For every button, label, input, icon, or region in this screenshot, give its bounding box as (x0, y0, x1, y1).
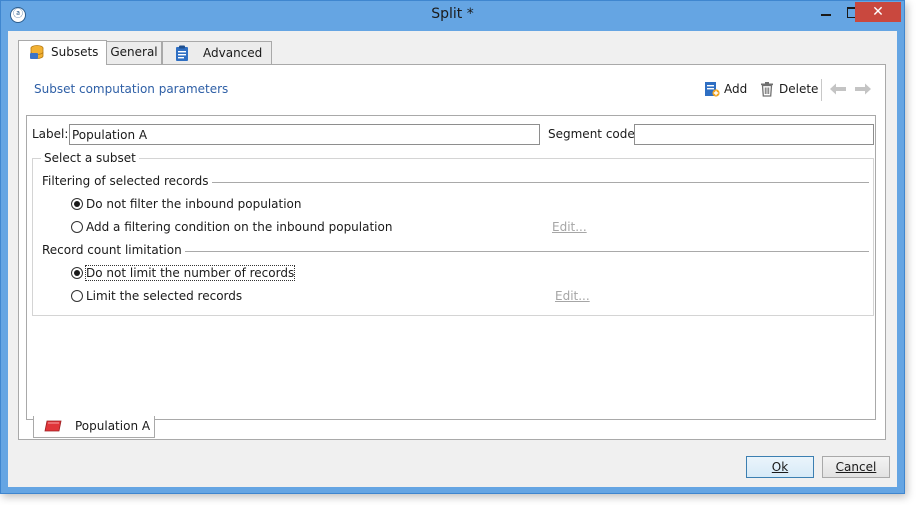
dialog-window: ⓐ Split * ✕ Subsets General Advanced Sub… (0, 0, 905, 494)
tab-advanced-label: Advanced (203, 46, 263, 60)
population-tab-label: Population A (75, 419, 151, 433)
delete-label: Delete (779, 82, 819, 96)
tab-subsets-label: Subsets (51, 45, 99, 59)
cancel-label: Cancel (835, 460, 877, 474)
arrow-left-icon[interactable] (829, 82, 847, 96)
radio-add-filter-dot[interactable] (71, 221, 83, 233)
population-icon (44, 420, 62, 432)
arrow-right-icon[interactable] (854, 82, 872, 96)
segment-code-caption: Segment code: (548, 127, 639, 141)
label-input[interactable] (69, 124, 540, 145)
radio-add-filter-label: Add a filtering condition on the inbound… (86, 220, 393, 234)
radio-no-filter-dot[interactable] (71, 198, 83, 210)
title-bar[interactable]: ⓐ Split * ✕ (1, 1, 904, 31)
radio-no-limit-dot[interactable] (71, 267, 83, 279)
filtering-header: Filtering of selected records (42, 174, 212, 188)
segment-code-input[interactable] (634, 124, 874, 145)
subsets-panel: Subset computation parameters Add Delete… (18, 64, 886, 440)
trash-icon (761, 82, 773, 97)
select-subset-group: Select a subset Filtering of selected re… (32, 151, 874, 316)
subset-editor: Label: Segment code: Select a subset Fil… (26, 115, 876, 420)
add-icon (705, 82, 720, 97)
ok-button[interactable]: Ok (746, 456, 814, 478)
cancel-button[interactable]: Cancel (822, 456, 890, 478)
radio-no-limit-label: Do not limit the number of records (84, 265, 296, 281)
add-label: Add (724, 82, 748, 96)
window-title: Split * (431, 6, 474, 22)
subset-toolbar: Add Delete (704, 79, 879, 101)
filter-edit-link[interactable]: Edit... (552, 220, 587, 234)
tab-subsets[interactable]: Subsets (18, 40, 107, 65)
radio-no-filter-label: Do not filter the inbound population (86, 197, 302, 211)
limit-edit-link[interactable]: Edit... (555, 289, 590, 303)
label-caption: Label: (32, 127, 69, 141)
ok-label: Ok (771, 460, 789, 474)
close-button[interactable]: ✕ (855, 2, 901, 22)
tab-advanced[interactable]: Advanced (162, 41, 272, 64)
dialog-client: Subsets General Advanced Subset computat… (8, 31, 897, 487)
section-title: Subset computation parameters (34, 82, 229, 96)
radio-limit-records-label: Limit the selected records (86, 289, 243, 303)
radio-limit-records-dot[interactable] (71, 290, 83, 302)
clipboard-icon (176, 45, 188, 61)
toolbar-separator (821, 79, 822, 101)
minimize-icon (821, 14, 831, 16)
subset-tab-population-a[interactable]: Population A (33, 416, 155, 438)
minimize-button[interactable] (813, 2, 839, 22)
close-icon: ✕ (872, 4, 884, 20)
limitation-header: Record count limitation (42, 243, 185, 257)
database-icon (30, 45, 44, 59)
tab-general[interactable]: General (106, 41, 162, 64)
tab-general-label: General (110, 45, 158, 59)
select-subset-legend: Select a subset (41, 151, 139, 165)
